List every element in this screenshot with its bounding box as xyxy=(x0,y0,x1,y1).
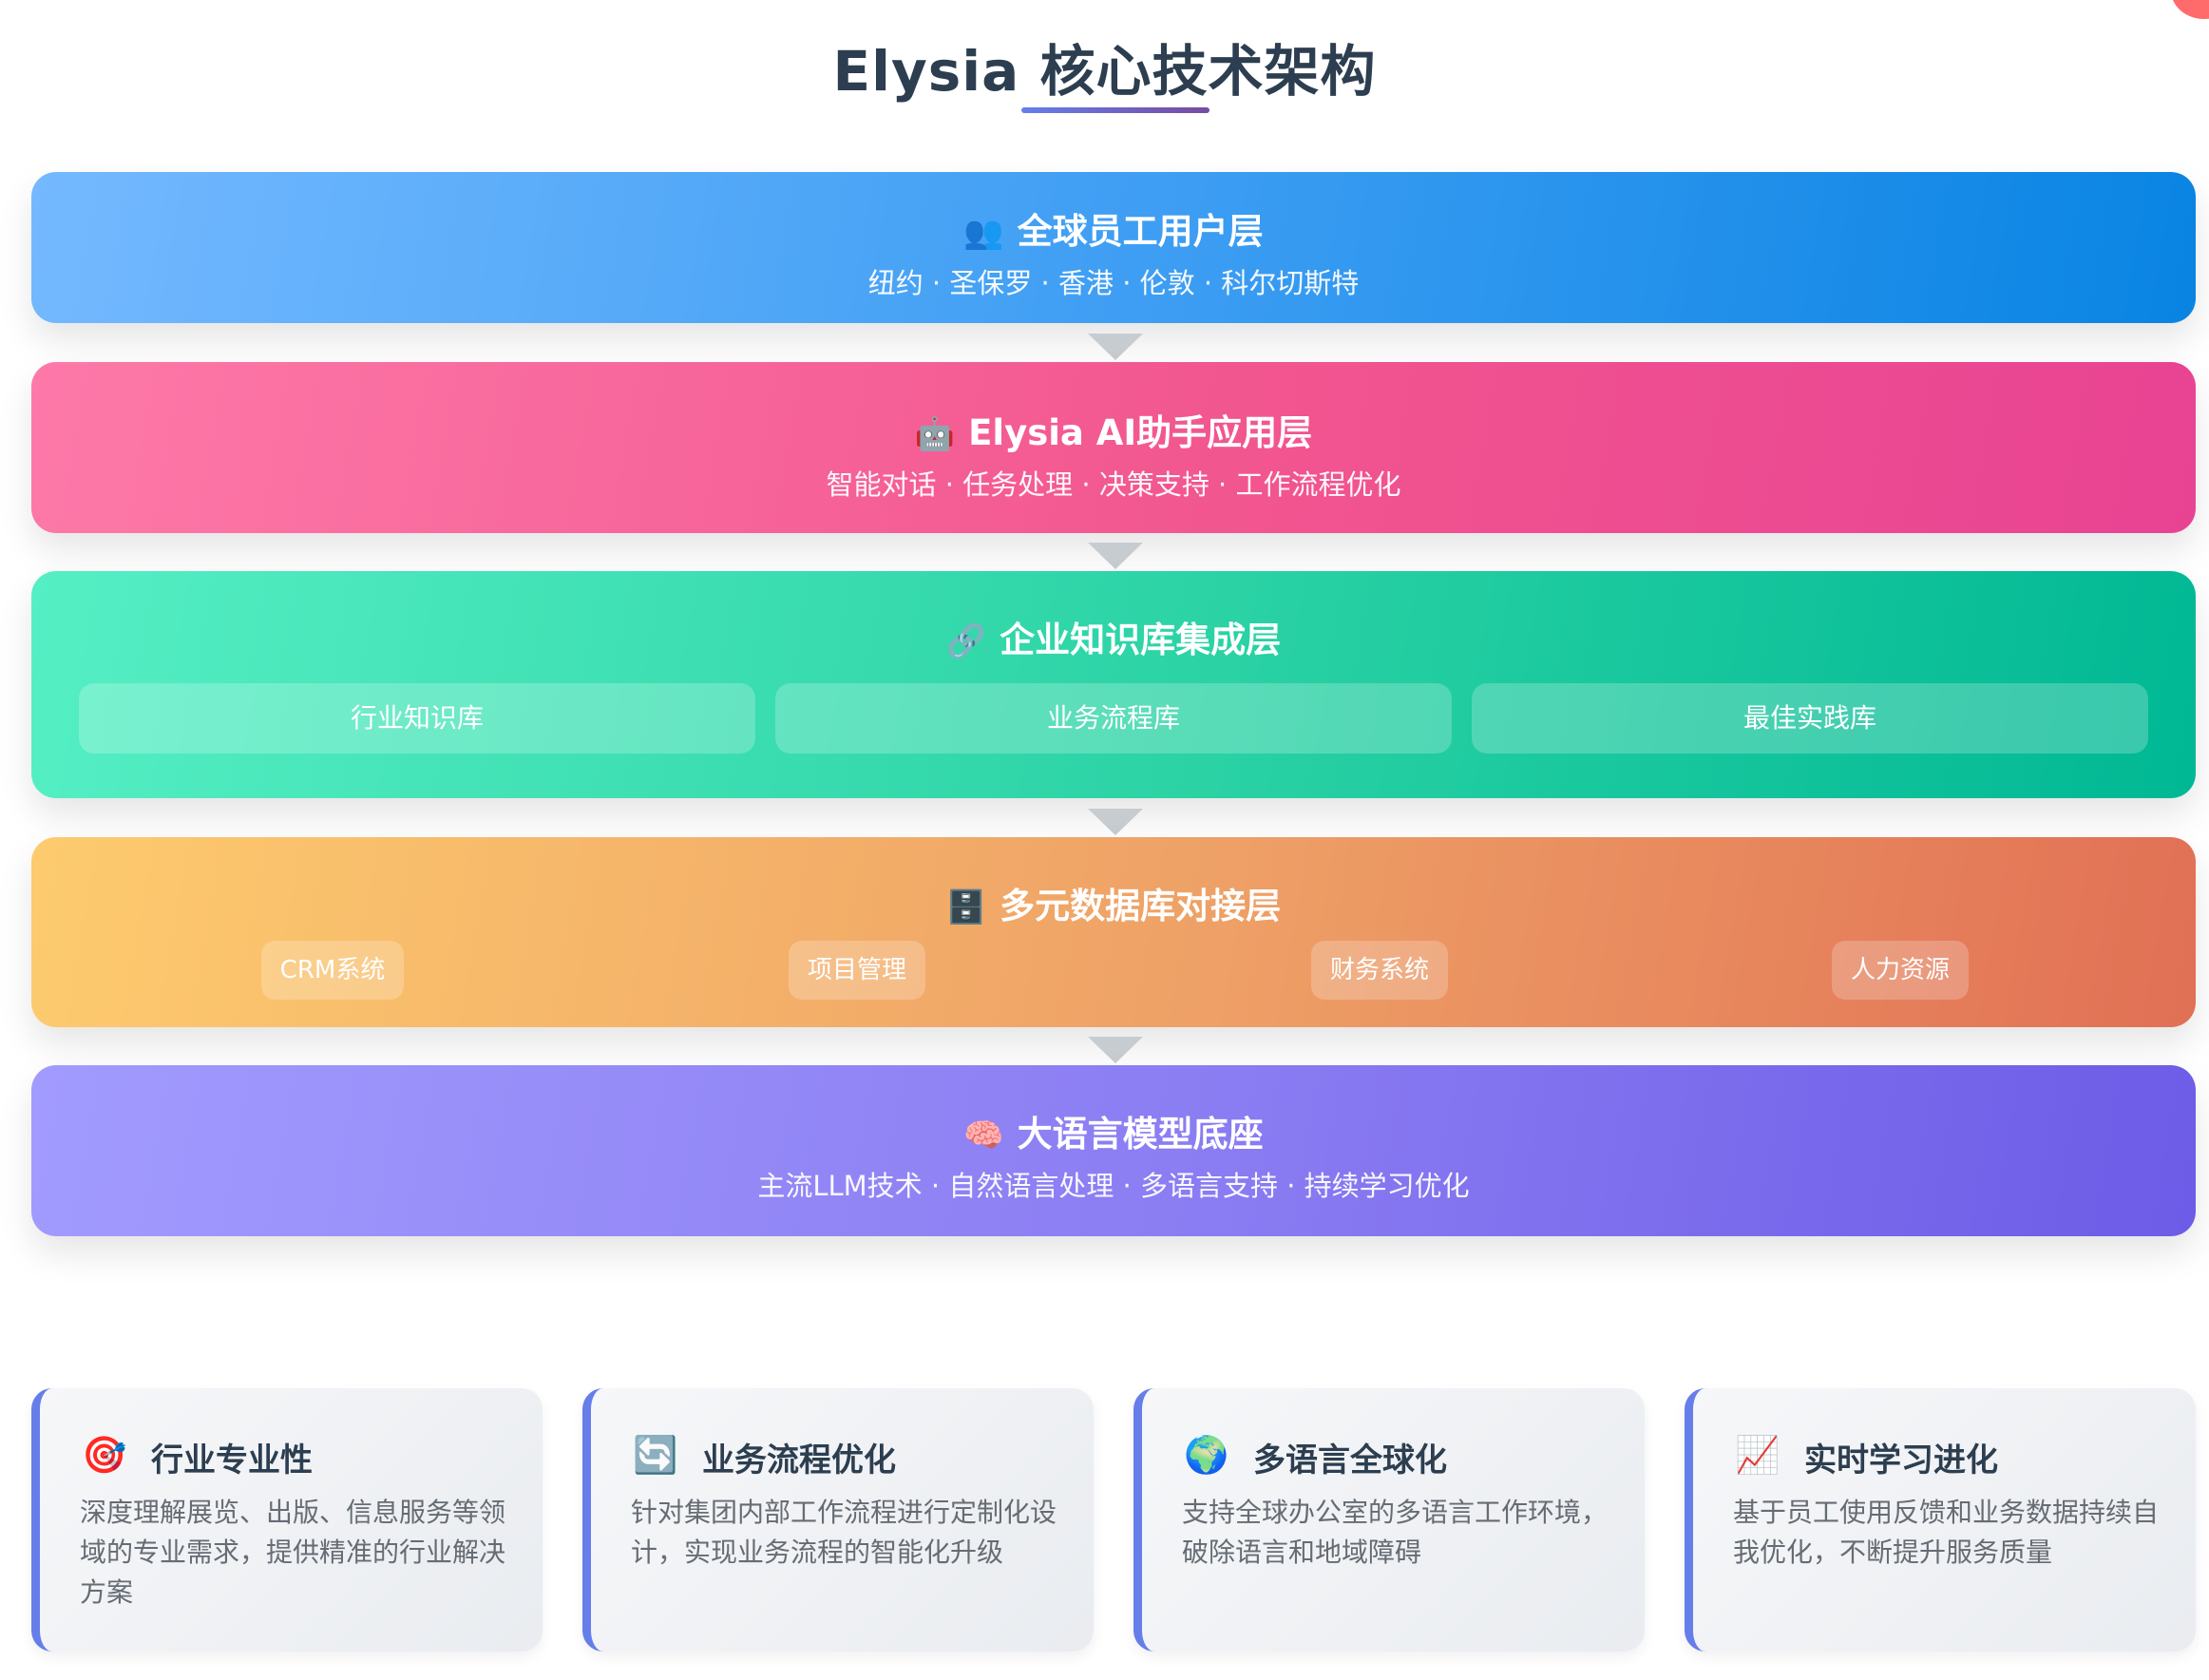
feature-card: 🌍 多语言全球化 支持全球办公室的多语言工作环境，破除语言和地域障碍 xyxy=(1133,1388,1645,1651)
knowledge-base-item: 最佳实践库 xyxy=(1472,683,2148,754)
knowledge-layer: 🔗 企业知识库集成层 行业知识库 业务流程库 最佳实践库 xyxy=(31,571,2196,798)
knowledge-layer-title: 企业知识库集成层 xyxy=(1000,620,1281,660)
globe-icon: 🌍 xyxy=(1184,1434,1228,1477)
database-layer: 🗄️ 多元数据库对接层 CRM系统 项目管理 财务系统 人力资源 xyxy=(31,837,2196,1027)
user-layer-heading: 👥 全球员工用户层 xyxy=(31,202,2196,254)
feature-title: 业务流程优化 xyxy=(702,1434,896,1480)
knowledge-layer-heading: 🔗 企业知识库集成层 xyxy=(31,611,2196,662)
app-layer: 🤖 Elysia AI助手应用层 智能对话 · 任务处理 · 决策支持 · 工作流… xyxy=(31,362,2196,533)
link-icon: 🔗 xyxy=(946,622,986,660)
file-cabinet-icon: 🗄️ xyxy=(946,888,986,926)
corner-decoration xyxy=(2171,0,2209,19)
page-title: Elysia 核心技术架构 xyxy=(0,27,2209,106)
knowledge-base-item: 行业知识库 xyxy=(79,683,755,754)
llm-layer-subtitle: 主流LLM技术 · 自然语言处理 · 多语言支持 · 持续学习优化 xyxy=(31,1164,2196,1204)
user-layer-subtitle: 纽约 · 圣保罗 · 香港 · 伦敦 · 科尔切斯特 xyxy=(31,261,2196,301)
knowledge-base-item: 业务流程库 xyxy=(775,683,1452,754)
llm-layer-title: 大语言模型底座 xyxy=(1018,1114,1264,1155)
robot-icon: 🤖 xyxy=(915,415,955,453)
app-layer-subtitle: 智能对话 · 任务处理 · 决策支持 · 工作流程优化 xyxy=(31,463,2196,503)
llm-layer-heading: 🧠 大语言模型底座 xyxy=(31,1105,2196,1156)
title-underline xyxy=(1021,107,1209,113)
refresh-icon: 🔄 xyxy=(633,1434,677,1477)
database-layer-title: 多元数据库对接层 xyxy=(1000,886,1281,926)
feature-description: 支持全球办公室的多语言工作环境，破除语言和地域障碍 xyxy=(1182,1493,1628,1573)
feature-card: 🔄 业务流程优化 针对集团内部工作流程进行定制化设计，实现业务流程的智能化升级 xyxy=(582,1388,1094,1651)
llm-layer: 🧠 大语言模型底座 主流LLM技术 · 自然语言处理 · 多语言支持 · 持续学习… xyxy=(31,1065,2196,1236)
feature-description: 基于员工使用反馈和业务数据持续自我优化，不断提升服务质量 xyxy=(1733,1493,2180,1573)
feature-card: 📈 实时学习进化 基于员工使用反馈和业务数据持续自我优化，不断提升服务质量 xyxy=(1685,1388,2196,1651)
database-tag: CRM系统 xyxy=(261,941,404,1000)
app-layer-heading: 🤖 Elysia AI助手应用层 xyxy=(31,404,2196,455)
app-layer-title: Elysia AI助手应用层 xyxy=(968,412,1312,453)
database-tag: 人力资源 xyxy=(1832,941,1969,1000)
flow-arrow xyxy=(1088,809,1143,835)
user-layer: 👥 全球员工用户层 纽约 · 圣保罗 · 香港 · 伦敦 · 科尔切斯特 xyxy=(31,172,2196,323)
feature-title: 行业专业性 xyxy=(151,1434,313,1480)
user-layer-title: 全球员工用户层 xyxy=(1018,211,1264,252)
database-tag: 项目管理 xyxy=(789,941,925,1000)
flow-arrow xyxy=(1088,1037,1143,1063)
brain-icon: 🧠 xyxy=(963,1117,1003,1155)
feature-description: 深度理解展览、出版、信息服务等领域的专业需求，提供精准的行业解决方案 xyxy=(80,1493,526,1613)
target-icon: 🎯 xyxy=(82,1434,126,1477)
feature-title: 实时学习进化 xyxy=(1804,1434,1998,1480)
flow-arrow xyxy=(1088,334,1143,360)
database-tag: 财务系统 xyxy=(1311,941,1448,1000)
feature-title: 多语言全球化 xyxy=(1253,1434,1447,1480)
chart-up-icon: 📈 xyxy=(1735,1434,1780,1477)
database-layer-heading: 🗄️ 多元数据库对接层 xyxy=(31,877,2196,928)
flow-arrow xyxy=(1088,543,1143,569)
feature-description: 针对集团内部工作流程进行定制化设计，实现业务流程的智能化升级 xyxy=(631,1493,1077,1573)
feature-card: 🎯 行业专业性 深度理解展览、出版、信息服务等领域的专业需求，提供精准的行业解决… xyxy=(31,1388,543,1651)
users-icon: 👥 xyxy=(963,214,1003,252)
